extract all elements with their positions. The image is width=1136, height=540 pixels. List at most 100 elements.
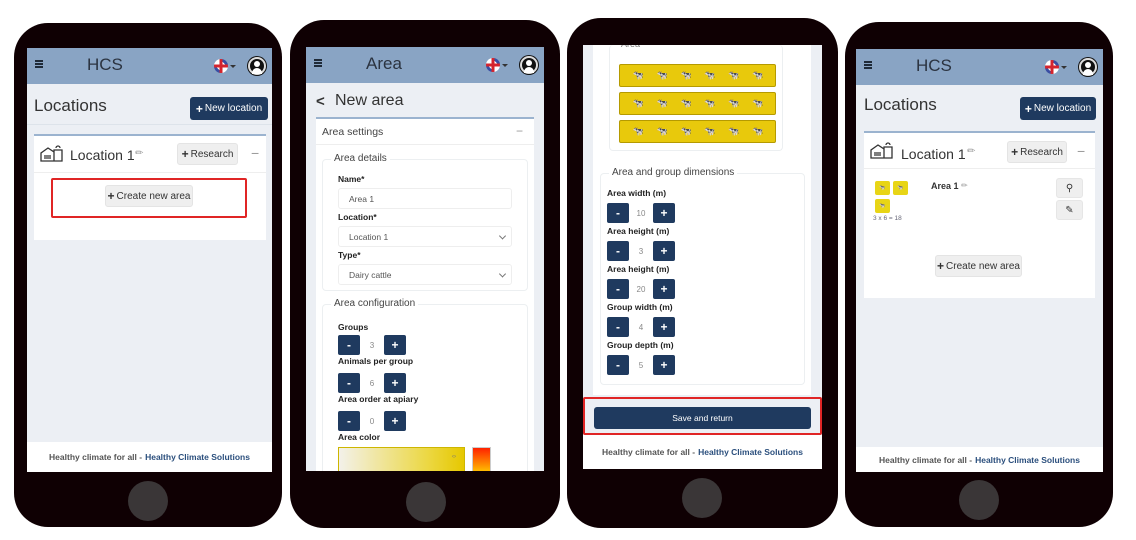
decrement-button[interactable]: -: [607, 279, 629, 299]
cow-icon: 🐄: [632, 70, 644, 80]
edit-area-pencil-icon[interactable]: ✏: [961, 181, 968, 190]
dimension-value[interactable]: 20: [629, 279, 653, 299]
cow-icon: 🐄: [751, 126, 763, 136]
increment-button[interactable]: +: [384, 411, 406, 431]
increment-button[interactable]: +: [653, 279, 675, 299]
user-avatar-icon[interactable]: [248, 57, 266, 75]
animals-per-group-value[interactable]: 6: [360, 373, 384, 393]
hamburger-menu-icon[interactable]: [864, 61, 872, 69]
barn-icon: [870, 142, 893, 159]
dimension-value[interactable]: 5: [629, 355, 653, 375]
group-thumbnail-icon: 🐄: [875, 199, 890, 213]
color-saturation-picker[interactable]: ‹›: [338, 447, 465, 471]
cow-icon: 🐄: [751, 98, 763, 108]
decrement-button[interactable]: -: [607, 317, 629, 337]
hamburger-menu-icon[interactable]: [314, 59, 322, 67]
area-configuration-fieldset: Area configuration Groups - 3 + Animals …: [322, 298, 528, 471]
dimension-value[interactable]: 4: [629, 317, 653, 337]
location-label: Location*: [338, 212, 377, 222]
location-select[interactable]: Location 1: [338, 226, 512, 247]
area-order-value[interactable]: 0: [360, 411, 384, 431]
increment-button[interactable]: +: [653, 317, 675, 337]
view-area-search-icon[interactable]: ⚲: [1056, 178, 1083, 198]
groups-value[interactable]: 3: [360, 335, 384, 355]
decrement-button[interactable]: -: [338, 335, 360, 355]
back-icon[interactable]: <: [316, 93, 325, 110]
language-caret-icon[interactable]: [1061, 66, 1067, 69]
cow-icon: 🐄: [680, 98, 691, 108]
screen-area-dimensions: Area 🐄 🐄 🐄 🐄 🐄 🐄 🐄 🐄 🐄 🐄 🐄 🐄 🐄 🐄 🐄 🐄 🐄 🐄 Area and group d…: [583, 45, 822, 469]
cow-icon: 🐄: [728, 126, 739, 136]
language-caret-icon[interactable]: [230, 65, 236, 68]
screen-new-area: Area < New area Area settings − Area det…: [306, 47, 544, 471]
groups-label: Groups: [338, 322, 369, 332]
cow-icon: 🐄: [728, 98, 739, 108]
hamburger-menu-icon[interactable]: [35, 60, 43, 68]
new-location-button[interactable]: + New location: [190, 97, 268, 120]
page-title: New area: [335, 92, 404, 109]
footer-link[interactable]: Healthy Climate Solutions: [698, 447, 803, 457]
animal-group-row: 🐄 🐄 🐄 🐄 🐄 🐄: [619, 64, 776, 87]
research-button[interactable]: + Research: [177, 143, 238, 165]
home-button: [959, 480, 999, 520]
language-flag-icon[interactable]: [214, 59, 228, 73]
new-location-button[interactable]: + New location: [1020, 97, 1096, 120]
hue-slider[interactable]: [472, 447, 491, 471]
divider: [27, 124, 272, 125]
app-bar: HCS: [856, 49, 1103, 85]
collapse-icon[interactable]: −: [516, 124, 523, 138]
cow-icon: 🐄: [656, 126, 668, 136]
cow-icon: 🐄: [751, 70, 763, 80]
dimensions-fieldset: Area and group dimensions Area width (m)…: [600, 167, 805, 385]
language-flag-icon[interactable]: [1045, 60, 1059, 74]
language-flag-icon[interactable]: [486, 58, 500, 72]
decrement-button[interactable]: -: [338, 373, 360, 393]
area-order-stepper: - 0 +: [338, 411, 406, 431]
collapse-icon[interactable]: −: [251, 145, 259, 161]
area-preview-legend: Area: [618, 45, 644, 49]
plus-icon: +: [181, 147, 189, 161]
area-order-label: Area order at apiary: [338, 394, 419, 404]
section-title: Area settings: [322, 126, 384, 138]
color-picker-handle-icon[interactable]: ‹›: [452, 454, 456, 460]
increment-button[interactable]: +: [653, 241, 675, 261]
user-avatar-icon[interactable]: [1079, 58, 1097, 76]
name-input[interactable]: Area 1: [338, 188, 512, 209]
decrement-button[interactable]: -: [607, 355, 629, 375]
cow-icon: 🐄: [656, 70, 668, 80]
dimension-label: Group depth (m): [607, 340, 674, 350]
increment-button[interactable]: +: [653, 203, 675, 223]
dimension-value[interactable]: 3: [629, 241, 653, 261]
type-select[interactable]: Dairy cattle: [338, 264, 512, 285]
footer-link[interactable]: Healthy Climate Solutions: [975, 455, 1080, 465]
edit-location-pencil-icon[interactable]: ✏: [135, 148, 143, 159]
edit-location-pencil-icon[interactable]: ✏: [967, 146, 975, 157]
language-caret-icon[interactable]: [502, 64, 508, 67]
decrement-button[interactable]: -: [607, 241, 629, 261]
decrement-button[interactable]: -: [338, 411, 360, 431]
collapse-icon[interactable]: −: [1077, 143, 1085, 159]
footer-link[interactable]: Healthy Climate Solutions: [145, 452, 250, 462]
decrement-button[interactable]: -: [607, 203, 629, 223]
cow-icon: 🐄: [680, 70, 691, 80]
app-bar: HCS: [27, 48, 272, 84]
phone-frame-1: HCS Locations + New location Location 1 ✏…: [14, 23, 282, 527]
user-avatar-icon[interactable]: [520, 56, 538, 74]
research-button[interactable]: + Research: [1007, 141, 1067, 163]
area-configuration-legend: Area configuration: [331, 298, 419, 309]
edit-area-icon[interactable]: ✎: [1056, 200, 1083, 220]
cow-icon: 🐄: [632, 98, 644, 108]
dimension-stepper: -5 +: [607, 355, 675, 375]
cow-icon: 🐄: [656, 98, 668, 108]
dimension-value[interactable]: 10: [629, 203, 653, 223]
phone-frame-2: Area < New area Area settings − Area det…: [290, 20, 560, 528]
create-new-area-button[interactable]: + Create new area: [935, 255, 1022, 277]
cow-icon: 🐄: [728, 70, 739, 80]
app-title: HCS: [916, 56, 952, 75]
plus-icon: +: [195, 101, 203, 116]
increment-button[interactable]: +: [384, 335, 406, 355]
plus-icon: +: [937, 259, 945, 273]
increment-button[interactable]: +: [653, 355, 675, 375]
card-header-divider: [864, 168, 1095, 169]
increment-button[interactable]: +: [384, 373, 406, 393]
